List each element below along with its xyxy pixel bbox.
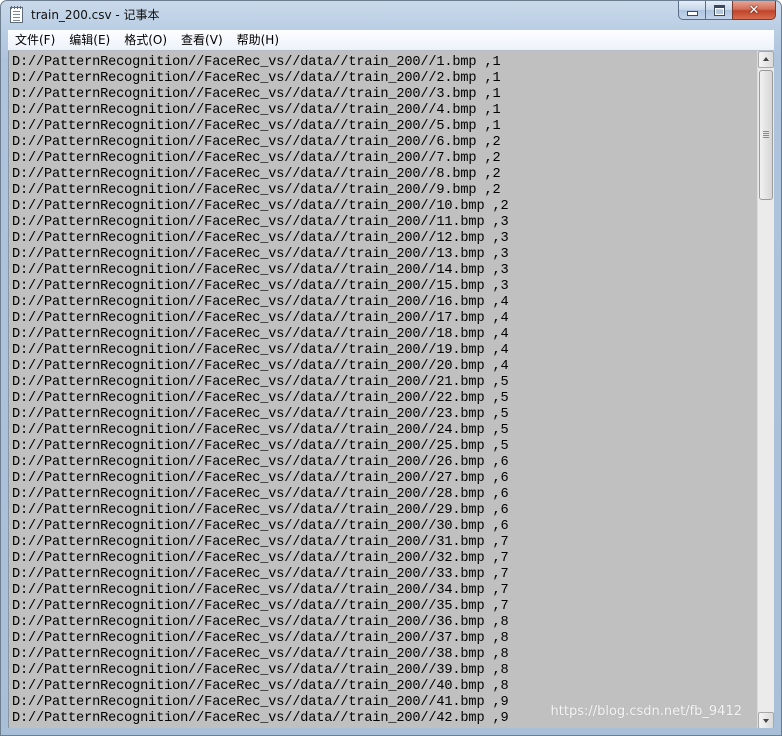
text-line: D://PatternRecognition//FaceRec_vs//data… [12,103,501,118]
text-line: D://PatternRecognition//FaceRec_vs//data… [12,199,509,214]
text-line: D://PatternRecognition//FaceRec_vs//data… [12,295,509,310]
text-line: D://PatternRecognition//FaceRec_vs//data… [12,535,509,550]
text-line: D://PatternRecognition//FaceRec_vs//data… [12,471,509,486]
text-line: D://PatternRecognition//FaceRec_vs//data… [12,631,509,646]
text-line: D://PatternRecognition//FaceRec_vs//data… [12,119,501,134]
arrow-down-icon [763,719,769,723]
text-line: D://PatternRecognition//FaceRec_vs//data… [12,519,509,534]
text-line: D://PatternRecognition//FaceRec_vs//data… [12,87,501,102]
text-line: D://PatternRecognition//FaceRec_vs//data… [12,407,509,422]
title-bar[interactable]: train_200.csv - 记事本 ✕ [1,1,781,29]
text-line: D://PatternRecognition//FaceRec_vs//data… [12,135,501,150]
menu-format[interactable]: 格式(O) [117,30,174,50]
notepad-icon[interactable] [10,6,23,23]
grip-icon [763,131,769,132]
text-line: D://PatternRecognition//FaceRec_vs//data… [12,359,509,374]
text-line: D://PatternRecognition//FaceRec_vs//data… [12,183,501,198]
text-line: D://PatternRecognition//FaceRec_vs//data… [12,343,509,358]
text-line: D://PatternRecognition//FaceRec_vs//data… [12,279,509,294]
text-line: D://PatternRecognition//FaceRec_vs//data… [12,647,509,662]
scroll-down-button[interactable] [758,712,774,729]
text-line: D://PatternRecognition//FaceRec_vs//data… [12,503,509,518]
arrow-up-icon [763,57,769,61]
text-line: D://PatternRecognition//FaceRec_vs//data… [12,215,509,230]
text-line: D://PatternRecognition//FaceRec_vs//data… [12,151,501,166]
text-line: D://PatternRecognition//FaceRec_vs//data… [12,439,509,454]
text-line: D://PatternRecognition//FaceRec_vs//data… [12,231,509,246]
scrollbar-thumb[interactable] [759,70,773,200]
text-line: D://PatternRecognition//FaceRec_vs//data… [12,567,509,582]
menu-help[interactable]: 帮助(H) [230,30,286,50]
text-editor[interactable]: D://PatternRecognition//FaceRec_vs//data… [8,51,758,729]
minimize-icon [686,10,698,16]
window-title: train_200.csv - 记事本 [31,8,160,22]
text-line: D://PatternRecognition//FaceRec_vs//data… [12,167,501,182]
text-line: D://PatternRecognition//FaceRec_vs//data… [12,599,509,614]
text-line: D://PatternRecognition//FaceRec_vs//data… [12,391,509,406]
text-lines: D://PatternRecognition//FaceRec_vs//data… [9,51,758,727]
text-line: D://PatternRecognition//FaceRec_vs//data… [12,487,509,502]
text-line: D://PatternRecognition//FaceRec_vs//data… [12,615,509,630]
text-line: D://PatternRecognition//FaceRec_vs//data… [12,583,509,598]
caption-buttons: ✕ [678,1,776,21]
minimize-button[interactable] [678,1,705,20]
text-line: D://PatternRecognition//FaceRec_vs//data… [12,55,501,70]
text-line: D://PatternRecognition//FaceRec_vs//data… [12,423,509,438]
scroll-up-button[interactable] [758,51,774,68]
maximize-icon [713,4,725,16]
text-line: D://PatternRecognition//FaceRec_vs//data… [12,455,509,470]
text-line: D://PatternRecognition//FaceRec_vs//data… [12,327,509,342]
menu-file[interactable]: 文件(F) [8,30,62,50]
text-line: D://PatternRecognition//FaceRec_vs//data… [12,663,509,678]
text-line: D://PatternRecognition//FaceRec_vs//data… [12,551,509,566]
menu-bar: 文件(F) 编辑(E) 格式(O) 查看(V) 帮助(H) [8,30,774,51]
menu-view[interactable]: 查看(V) [174,30,230,50]
close-button[interactable]: ✕ [732,1,776,20]
text-line: D://PatternRecognition//FaceRec_vs//data… [12,71,501,86]
menu-edit[interactable]: 编辑(E) [62,30,117,50]
text-line: D://PatternRecognition//FaceRec_vs//data… [12,311,509,326]
notepad-window: train_200.csv - 记事本 ✕ 文件(F) 编辑(E) 格式(O) … [0,0,782,736]
window-frame-bottom [1,728,781,735]
vertical-scrollbar[interactable] [757,51,774,729]
watermark-text: https://blog.csdn.net/fb_9412 [550,704,742,719]
close-icon: ✕ [748,2,760,18]
text-line: D://PatternRecognition//FaceRec_vs//data… [12,375,509,390]
text-line: D://PatternRecognition//FaceRec_vs//data… [12,247,509,262]
text-line: D://PatternRecognition//FaceRec_vs//data… [12,263,509,278]
maximize-button[interactable] [705,1,732,20]
text-line: D://PatternRecognition//FaceRec_vs//data… [12,679,509,694]
